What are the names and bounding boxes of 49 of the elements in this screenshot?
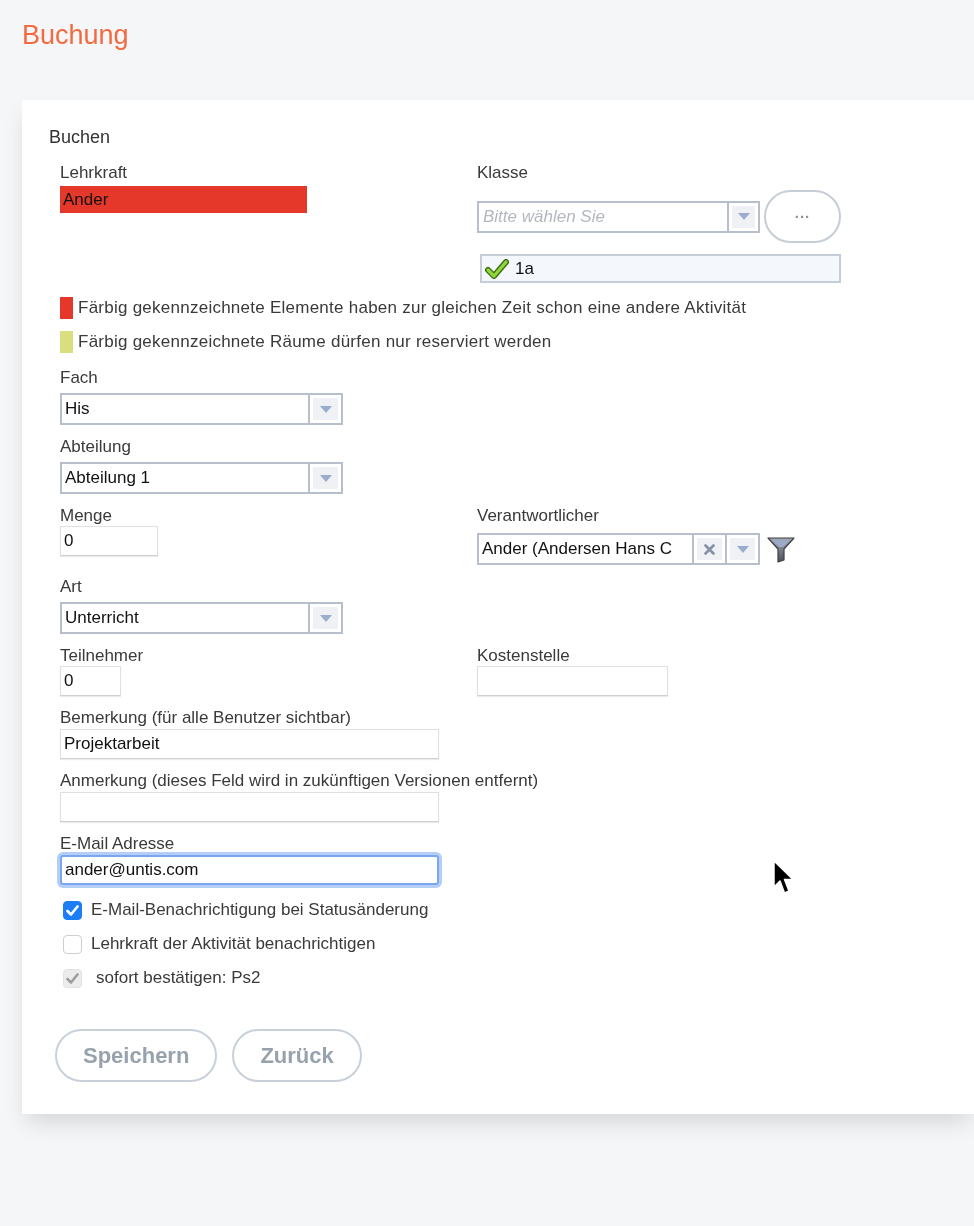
field-label: Anmerkung (dieses Feld wird in zukünftigen Versionen entfernt) [60, 771, 539, 791]
dropdown-button[interactable] [308, 464, 341, 492]
department-select[interactable]: Abteilung 1 [60, 462, 343, 494]
check-icon [66, 904, 79, 916]
filter-icon[interactable] [767, 535, 795, 563]
note-field[interactable] [60, 792, 439, 822]
type-select[interactable]: Unterricht [60, 602, 343, 634]
field-label: Abteilung [60, 437, 131, 457]
class-label: 1a [515, 258, 534, 279]
form-title: Buchen [49, 126, 111, 148]
email-field[interactable]: ander@untis.com [60, 855, 439, 885]
field-label: Lehrkraft [60, 163, 128, 183]
legend-text: Färbig gekennzeichnete Räume dürfen nur reserviert werden [78, 331, 552, 354]
field-label: Kostenstelle [477, 646, 570, 666]
field-label: E-Mail Adresse [60, 834, 175, 854]
checkbox-label: Lehrkraft der Aktivität benachrichtigen [91, 933, 376, 956]
subject-select[interactable]: His [60, 393, 343, 425]
caret-icon [319, 405, 332, 413]
quantity-field[interactable]: 0 [60, 526, 158, 556]
checkbox[interactable] [63, 900, 82, 920]
field-label: Art [60, 577, 82, 597]
check-icon [66, 972, 79, 984]
field-label: Teilnehmer [60, 646, 144, 666]
dropdown-button[interactable] [725, 535, 758, 563]
responsible-combobox[interactable]: Ander (Andersen Hans C [477, 533, 760, 565]
field-label: Menge [60, 506, 112, 526]
checkbox-label: sofort bestätigen: Ps2 [96, 967, 261, 990]
class-field[interactable]: Bitte wählen Sie [477, 200, 727, 233]
clear-button[interactable] [692, 535, 725, 563]
dropdown-button[interactable] [308, 395, 341, 423]
field-label: Fach [60, 368, 98, 388]
checkbox-label: E-Mail-Benachrichtigung bei Statusänderung [91, 899, 429, 922]
field-label: Verantwortlicher [477, 506, 599, 526]
participants-field[interactable]: 0 [60, 666, 121, 696]
dropdown-button[interactable] [727, 200, 760, 233]
remark-field[interactable]: Projektarbeit [60, 729, 439, 759]
page-title: Buchung [22, 19, 129, 52]
teacher-value: Ander [60, 186, 307, 213]
caret-icon [319, 474, 332, 482]
caret-icon [736, 545, 749, 553]
field-label: Klasse [477, 163, 529, 183]
field-label: Bemerkung (für alle Benutzer sichtbar) [60, 708, 352, 728]
dropdown-button[interactable] [308, 604, 341, 632]
caret-icon [319, 614, 332, 622]
checkbox[interactable] [63, 934, 82, 954]
caret-icon [737, 213, 750, 220]
legend-text: Färbig gekennzeichnete Elemente haben zur gleichen Zeit schon eine andere Aktivität [78, 297, 747, 320]
cost-center-field[interactable] [477, 666, 668, 696]
clear-icon [704, 543, 715, 555]
